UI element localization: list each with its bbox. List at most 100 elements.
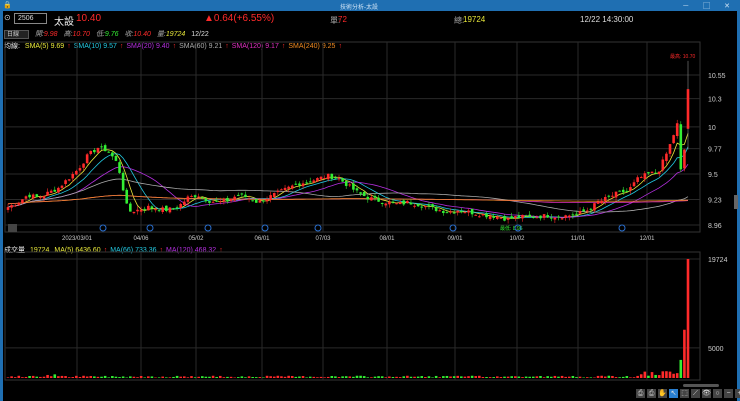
volume-bar [553,375,557,378]
volume-bar [668,371,672,378]
price-chart[interactable]: 10.55 10.3 10 9.77 9.5 9.23 8.96 2023/03/01 04/0… [0,0,740,401]
candle-body [370,197,373,201]
candle-body [193,195,197,198]
candle-body [132,211,136,214]
candle-body [531,216,535,219]
candle-body [305,182,308,184]
volume-bar [470,375,474,378]
volume-bar [111,376,114,378]
volume-bar [661,371,665,378]
volume-bar [535,376,539,378]
candle-body [431,204,434,207]
volume-bar [427,376,431,378]
candle-body [208,201,211,203]
candle-body [165,205,168,211]
toolbar-button[interactable]: ○ [713,389,722,398]
candle-body [557,216,560,218]
volume-bar [650,372,654,378]
high-annotation: 最高: 10.70 [670,53,696,60]
toolbar-button[interactable]: ⎙ [647,389,656,398]
volume-bar [485,377,488,378]
volume-bar [39,376,42,378]
volume-bar [539,376,542,378]
candle-body [452,212,456,214]
volume-bar [589,377,593,378]
volume-bar [132,376,136,378]
volume-bar [28,376,31,378]
candle-body [244,194,247,198]
volume-bar [290,376,294,378]
volume-bar [514,376,517,378]
price-tick-label: 10.3 [708,97,722,104]
event-marker-icon [99,224,107,232]
candle-body [416,204,420,207]
volume-bar [355,375,359,378]
volume-bar [182,376,186,378]
candle-body [438,210,442,212]
candle-body [492,216,496,218]
volume-bar [384,377,388,378]
toolbar-button[interactable]: ⟋ [691,389,700,398]
volume-bar [17,375,21,378]
volume-bar [434,375,438,378]
candle-body [269,195,272,200]
toolbar-button[interactable]: + [735,389,740,398]
volume-bar [129,376,132,378]
volume-bar [557,376,560,378]
volume-bar [67,377,71,378]
candle-body [571,214,575,216]
expand-button [8,224,17,232]
volume-bar [143,377,147,378]
candle-body [460,211,463,213]
volume-bar [625,376,629,378]
volume-bar [409,376,413,378]
candle-body [301,183,305,187]
volume-bar [679,359,683,378]
toolbar-button[interactable]: ⬚ [680,389,689,398]
date-tick-label: 11/01 [571,236,586,242]
toolbar-button[interactable]: 👁 [702,389,711,398]
volume-bar [60,375,64,378]
volume-bar [388,376,391,378]
toolbar-button[interactable]: − [724,389,733,398]
volume-bar [244,377,247,378]
candle-body [186,196,190,202]
volume-bar [560,375,564,378]
candle-body [647,172,650,174]
toolbar-button[interactable]: ↖ [669,389,678,398]
volume-bar [549,376,553,378]
candle-body [67,179,71,181]
candle-body [434,207,438,212]
volume-bar [319,376,323,378]
volume-bar [503,376,506,378]
candle-body [111,152,114,157]
volume-bar [179,376,182,378]
volume-bar [64,376,67,378]
candle-body [499,217,503,219]
candle-body [344,180,348,186]
candle-body [607,195,611,197]
candle-body [528,214,531,217]
candle-body [661,159,665,171]
volume-bar [276,375,280,378]
candle-body [611,195,614,197]
toolbar-button[interactable]: ✋ [658,389,667,398]
volume-bar [607,375,611,378]
volume-bar [103,375,107,378]
toolbar-button[interactable]: ⎙ [636,389,645,398]
volume-bar [272,376,276,378]
candle-body [420,206,424,208]
volume-bar [200,376,204,378]
candle-body [355,188,359,191]
candle-body [107,151,111,153]
volume-bar [438,377,442,378]
volume-bar [114,376,118,378]
candle-body [172,208,175,210]
volume-bar [341,376,344,378]
volume-bar [204,376,208,378]
candle-body [621,189,625,193]
candle-body [114,155,118,161]
volume-bar [611,375,614,378]
candle-body [474,214,478,216]
date-tick-label: 08/01 [379,236,395,242]
